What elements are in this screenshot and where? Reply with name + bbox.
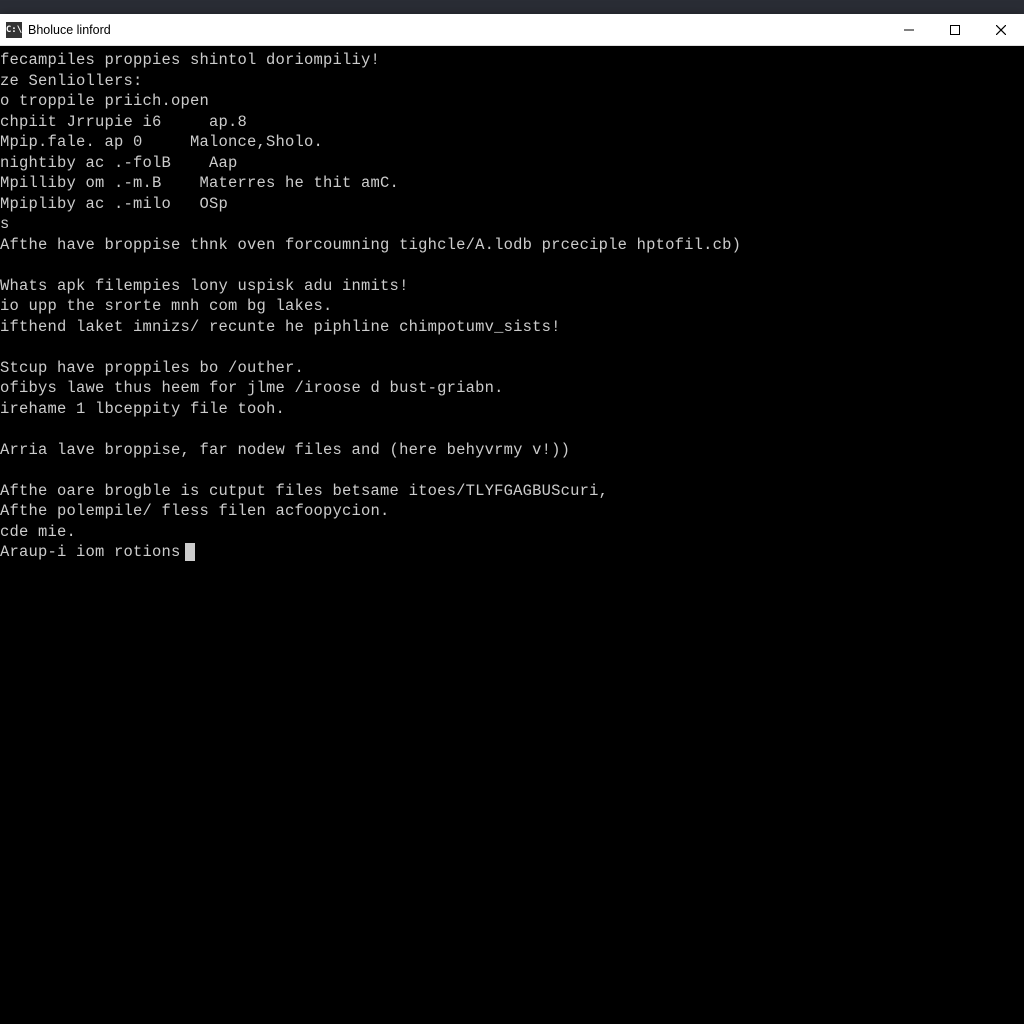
terminal-line: ze Senliollers:	[0, 71, 1024, 92]
terminal-line: nightiby ac .-folB Aap	[0, 153, 1024, 174]
icon-glyph: C:\	[6, 25, 22, 35]
minimize-button[interactable]	[886, 14, 932, 45]
terminal-line: Afthe oare brogble is cutput files betsa…	[0, 481, 1024, 502]
close-icon	[996, 25, 1006, 35]
terminal-text: Araup-i iom rotions	[0, 542, 181, 563]
terminal-line: Mpip.fale. ap 0 Malonce,Sholo.	[0, 132, 1024, 153]
minimize-icon	[904, 25, 914, 35]
maximize-button[interactable]	[932, 14, 978, 45]
terminal-line: Mpipliby ac .-milo OSp	[0, 194, 1024, 215]
terminal-line: io upp the srorte mnh com bg lakes.	[0, 296, 1024, 317]
console-icon: C:\	[6, 22, 22, 38]
terminal-output[interactable]: fecampiles proppies shintol doriompiliy!…	[0, 46, 1024, 1024]
terminal-line: Afthe polempile/ fless filen acfoopycion…	[0, 501, 1024, 522]
console-window: C:\ Bholuce linford fecampi	[0, 14, 1024, 1024]
terminal-line: Araup-i iom rotions	[0, 542, 1024, 563]
terminal-line: Arria lave broppise, far nodew files and…	[0, 440, 1024, 461]
terminal-line: fecampiles proppies shintol doriompiliy!	[0, 50, 1024, 71]
terminal-line	[0, 255, 1024, 276]
maximize-icon	[950, 25, 960, 35]
titlebar[interactable]: C:\ Bholuce linford	[0, 14, 1024, 46]
terminal-line: Stcup have proppiles bo /outher.	[0, 358, 1024, 379]
terminal-line: ofibys lawe thus heem for jlme /iroose d…	[0, 378, 1024, 399]
titlebar-left: C:\ Bholuce linford	[0, 22, 111, 38]
terminal-line	[0, 337, 1024, 358]
close-button[interactable]	[978, 14, 1024, 45]
window-controls	[886, 14, 1024, 45]
terminal-line: Afthe have broppise thnk oven forcoumnin…	[0, 235, 1024, 256]
terminal-line	[0, 419, 1024, 440]
terminal-line: cde mie.	[0, 522, 1024, 543]
window-title: Bholuce linford	[28, 23, 111, 37]
terminal-line	[0, 460, 1024, 481]
terminal-line: ifthend laket imnizs/ recunte he piphlin…	[0, 317, 1024, 338]
terminal-line: Whats apk filempies lony uspisk adu inmi…	[0, 276, 1024, 297]
terminal-line: irehame 1 lbceppity file tooh.	[0, 399, 1024, 420]
terminal-line: s	[0, 214, 1024, 235]
terminal-line: chpiit Jrrupie i6 ap.8	[0, 112, 1024, 133]
terminal-line: Mpilliby om .-m.B Materres he thit amC.	[0, 173, 1024, 194]
terminal-cursor	[185, 543, 195, 561]
terminal-line: o troppile priich.open	[0, 91, 1024, 112]
